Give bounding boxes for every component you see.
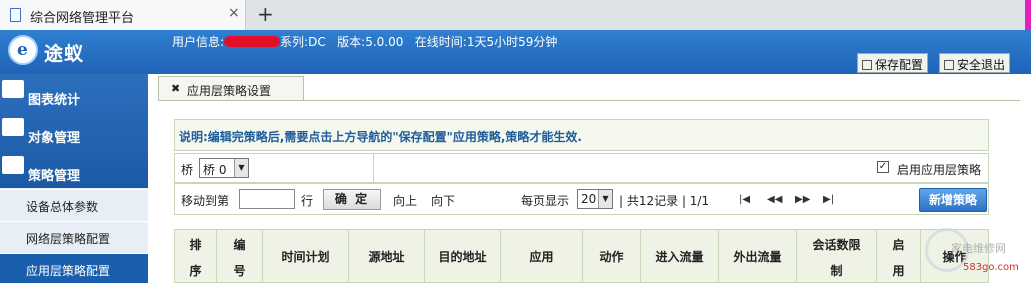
sidebar-item-charts[interactable]: 图表统计 bbox=[0, 74, 148, 110]
tab-app-policy-settings[interactable]: ✖ 应用层策略设置 bbox=[158, 76, 304, 100]
sidebar-item-objects[interactable]: 对象管理 bbox=[0, 112, 148, 148]
sidebar-subitem-label: 网络层策略配置 bbox=[26, 232, 111, 246]
browser-tab[interactable]: 综合网络管理平台 × bbox=[0, 0, 246, 30]
sidebar-subitem-label: 应用层策略配置 bbox=[26, 264, 111, 278]
chevron-down-icon: ▼ bbox=[234, 159, 248, 177]
goto-label: 移动到第 bbox=[181, 194, 230, 208]
column-header-action: 动作 bbox=[583, 230, 641, 283]
new-tab-icon[interactable]: + bbox=[257, 2, 274, 26]
system-info: 系列:DC 版本:5.0.00 在线时间:1天5小时59分钟 bbox=[280, 35, 558, 49]
safe-exit-label: 安全退出 bbox=[957, 58, 1006, 72]
lock-icon bbox=[944, 60, 954, 70]
save-icon bbox=[862, 60, 872, 70]
column-header-application: 应用 bbox=[501, 230, 583, 283]
sidebar: 图表统计 对象管理 策略管理 设备总体参数 网络层策略配置 应用层策略配置 bbox=[0, 74, 148, 283]
column-header-destination: 目的地址 bbox=[425, 230, 501, 283]
save-config-button[interactable]: 保存配置 bbox=[857, 53, 929, 73]
sidebar-subitem-network-policy[interactable]: 网络层策略配置 bbox=[0, 221, 148, 251]
per-page-value: 20 bbox=[581, 192, 597, 206]
sidebar-item-label: 图表统计 bbox=[28, 93, 81, 108]
bridge-label: 桥 bbox=[181, 163, 194, 177]
next-page-icon[interactable]: ▶▶ bbox=[795, 194, 810, 205]
toolbar-row: 移动到第 行 确 定 向上 向下 每页显示 20 ▼ | 共12记录 | 1/1… bbox=[174, 183, 989, 215]
column-header-enabled: 启用 bbox=[877, 230, 921, 283]
browser-tab-title: 综合网络管理平台 bbox=[30, 11, 135, 26]
policy-icon bbox=[2, 156, 24, 174]
move-up-link[interactable]: 向上 bbox=[393, 192, 417, 209]
column-header-inbound: 进入流量 bbox=[641, 230, 719, 283]
sidebar-item-label: 对象管理 bbox=[28, 131, 81, 146]
confirm-button[interactable]: 确 定 bbox=[323, 189, 381, 210]
column-header-outbound: 外出流量 bbox=[719, 230, 797, 283]
watermark-site: 583go.com bbox=[963, 262, 1019, 273]
user-info-label: 用户信息: bbox=[172, 35, 225, 49]
sidebar-menu-group: 图表统计 对象管理 策略管理 bbox=[0, 74, 148, 188]
browser-tab-bar: 综合网络管理平台 × + bbox=[0, 0, 1031, 30]
close-tab-icon[interactable]: × bbox=[228, 5, 240, 21]
note-text: 说明:编辑完策略后,需要点击上方导航的"保存配置"应用策略,策略才能生效. bbox=[179, 130, 582, 144]
enable-app-policy-checkbox[interactable]: ✓ bbox=[877, 161, 889, 173]
per-page-label: 每页显示 bbox=[521, 194, 570, 208]
note-panel: 说明:编辑完策略后,需要点击上方导航的"保存配置"应用策略,策略才能生效. bbox=[174, 119, 989, 151]
column-header-session-limit: 会话数限制 bbox=[797, 230, 877, 283]
move-down-link[interactable]: 向下 bbox=[431, 192, 455, 209]
safe-exit-button[interactable]: 安全退出 bbox=[939, 53, 1011, 73]
enable-app-policy-label: 启用应用层策略 bbox=[897, 163, 982, 177]
goto-unit-label: 行 bbox=[301, 194, 314, 208]
policy-table-header: 排序 编号 时间计划 源地址 目的地址 应用 动作 进入流量 外出流量 会话数限… bbox=[174, 229, 989, 283]
watermark: 家电维修网 583go.com bbox=[921, 224, 1031, 283]
bridge-select-value: 桥 0 bbox=[203, 163, 227, 177]
window-edge-decoration bbox=[1025, 0, 1031, 30]
sidebar-subitem-label: 设备总体参数 bbox=[26, 200, 99, 214]
record-info: | 共12记录 | 1/1 bbox=[619, 194, 710, 208]
per-page-select[interactable]: 20 ▼ bbox=[577, 189, 613, 209]
sidebar-subitem-app-policy[interactable]: 应用层策略配置 bbox=[0, 253, 148, 283]
document-icon bbox=[10, 8, 21, 22]
tab-divider bbox=[158, 100, 1020, 101]
goto-row-input[interactable] bbox=[239, 189, 295, 209]
save-config-label: 保存配置 bbox=[875, 58, 924, 72]
sidebar-item-label: 策略管理 bbox=[28, 169, 81, 184]
redacted-username bbox=[224, 36, 281, 47]
add-policy-button[interactable]: 新增策略 bbox=[919, 188, 987, 212]
logo-text: 途蚁 bbox=[44, 43, 85, 65]
sidebar-subitem-device-params[interactable]: 设备总体参数 bbox=[0, 189, 148, 219]
row-divider bbox=[373, 154, 374, 182]
sidebar-item-policy[interactable]: 策略管理 bbox=[0, 150, 148, 186]
user-info-line: 用户信息: 系列:DC 版本:5.0.00 在线时间:1天5小时59分钟 bbox=[172, 33, 557, 50]
bridge-select[interactable]: 桥 0 ▼ bbox=[199, 158, 249, 178]
logo-icon: e bbox=[8, 35, 38, 65]
prev-page-icon[interactable]: ◀◀ bbox=[767, 194, 782, 205]
bridge-row: 桥 桥 0 ▼ ✓ 启用应用层策略 bbox=[174, 153, 989, 183]
first-page-icon[interactable]: |◀ bbox=[739, 194, 750, 205]
column-header-schedule: 时间计划 bbox=[263, 230, 349, 283]
main-content: ✖ 应用层策略设置 说明:编辑完策略后,需要点击上方导航的"保存配置"应用策略,… bbox=[150, 74, 1031, 283]
watermark-text: 家电维修网 bbox=[951, 242, 1006, 255]
column-header-id: 编号 bbox=[217, 230, 263, 283]
objects-icon bbox=[2, 118, 24, 136]
last-page-icon[interactable]: ▶| bbox=[823, 194, 834, 205]
close-icon[interactable]: ✖ bbox=[171, 82, 180, 95]
column-header-source: 源地址 bbox=[349, 230, 425, 283]
column-header-order: 排序 bbox=[175, 230, 217, 283]
tab-label: 应用层策略设置 bbox=[187, 84, 272, 98]
chevron-down-icon: ▼ bbox=[598, 190, 612, 208]
app-header: e 途蚁 用户信息: 系列:DC 版本:5.0.00 在线时间:1天5小时59分钟… bbox=[0, 30, 1031, 74]
bar-chart-icon bbox=[2, 80, 24, 98]
